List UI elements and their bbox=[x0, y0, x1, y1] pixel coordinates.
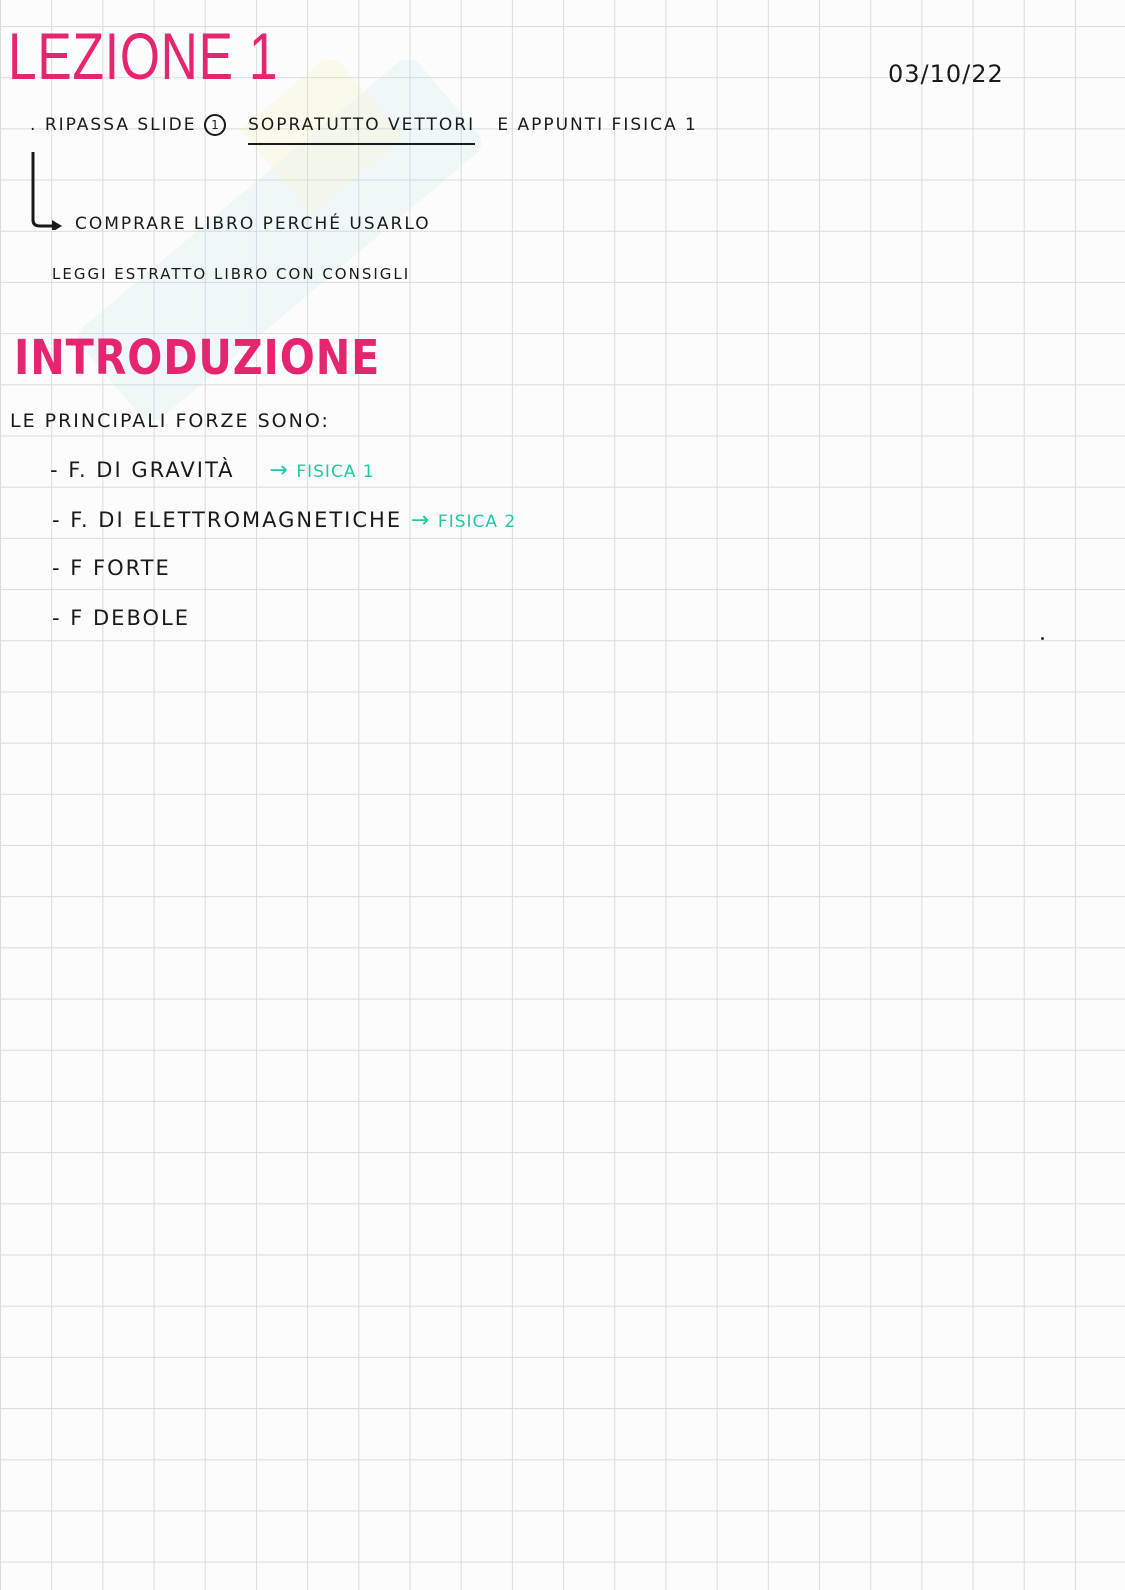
lesson-date: 03/10/22 bbox=[888, 60, 1004, 88]
section-title: INTRODUZIONE bbox=[14, 330, 381, 386]
force-item: - F. DI GRAVITÀ → FISICA 1 bbox=[50, 458, 375, 483]
force-label: - F DEBOLE bbox=[52, 606, 190, 630]
bent-arrow-icon bbox=[31, 152, 62, 230]
arrow-right-icon: → bbox=[410, 508, 430, 533]
arrow-right-icon: → bbox=[269, 458, 288, 483]
circled-number: 1 bbox=[203, 114, 226, 136]
note-review-tail: E APPUNTI FISICA 1 bbox=[497, 115, 698, 135]
force-item: - F FORTE bbox=[52, 556, 171, 580]
force-label: - F. DI GRAVITÀ bbox=[50, 458, 235, 482]
ink-dot bbox=[1041, 637, 1044, 640]
force-item: - F DEBOLE bbox=[52, 606, 190, 630]
note-review-text: RIPASSA SLIDE bbox=[44, 115, 197, 135]
force-label: - F. DI ELETTROMAGNETICHE bbox=[52, 508, 403, 532]
notebook-page: LEZIONE 1 03/10/22 . RIPASSA SLIDE 1 SOP… bbox=[0, 0, 1125, 1590]
lesson-title: LEZIONE 1 bbox=[8, 19, 279, 93]
bullet-dot: . bbox=[30, 115, 38, 135]
force-link: FISICA 1 bbox=[296, 462, 375, 482]
force-item: - F. DI ELETTROMAGNETICHE → FISICA 2 bbox=[52, 508, 516, 533]
force-label: - F FORTE bbox=[52, 556, 171, 580]
note-review: . RIPASSA SLIDE 1 SOPRATUTTO VETTORI E A… bbox=[30, 114, 698, 145]
force-link: FISICA 2 bbox=[437, 512, 517, 532]
note-excerpt: LEGGI ESTRATTO LIBRO CON CONSIGLI bbox=[52, 265, 411, 283]
intro-line: LE PRINCIPALI FORZE SONO: bbox=[10, 410, 330, 432]
note-review-emphasis: SOPRATUTTO VETTORI bbox=[248, 115, 476, 145]
note-book: COMPRARE LIBRO PERCHÉ USARLO bbox=[75, 214, 431, 234]
